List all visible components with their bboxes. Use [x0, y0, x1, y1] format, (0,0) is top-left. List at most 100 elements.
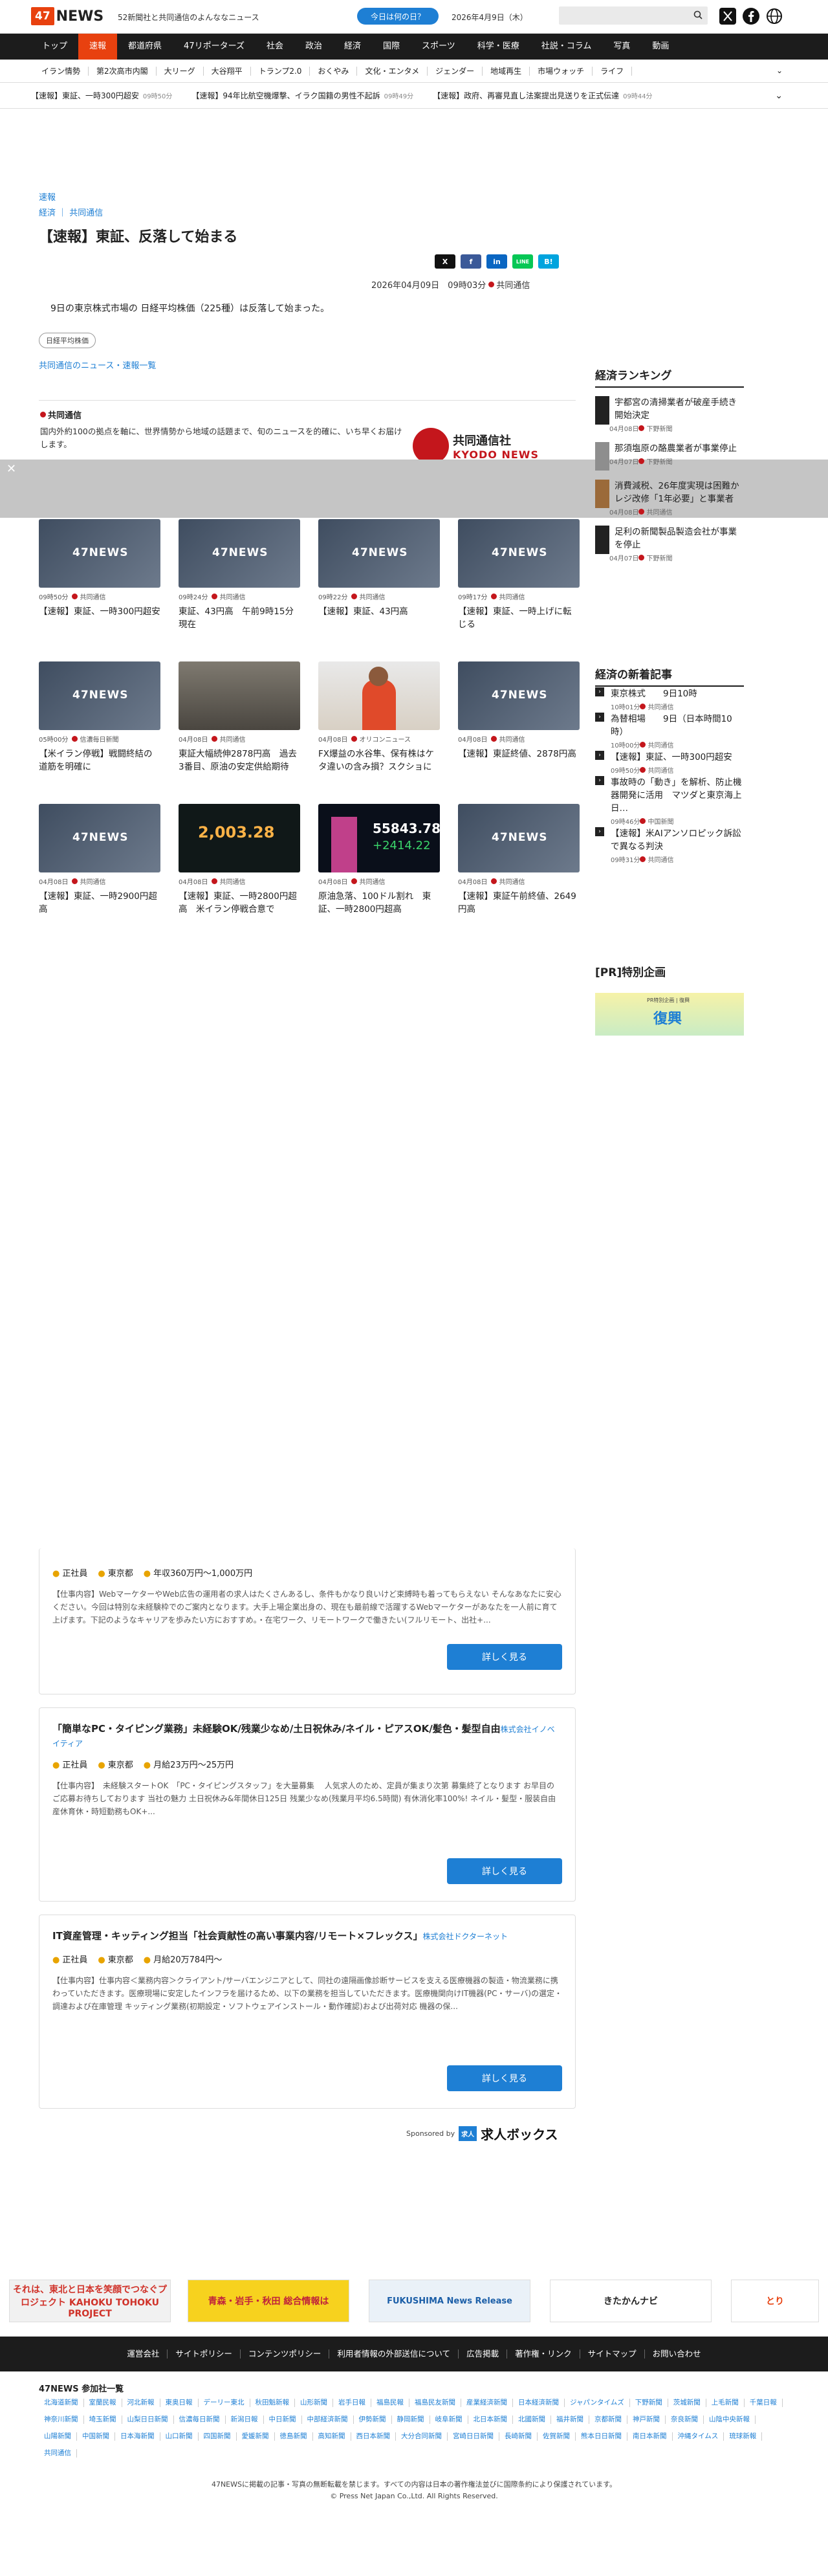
kyodo-news-list-link[interactable]: 共同通信のニュース・速報一覧: [39, 359, 156, 371]
member-newspaper-link[interactable]: 産業経済新聞: [461, 2399, 513, 2407]
member-newspaper-link[interactable]: 北日本新聞: [468, 2415, 513, 2424]
pr-banner[interactable]: PR特別企画 | 復興 復興: [595, 993, 744, 1036]
chevron-down-icon[interactable]: ⌄: [775, 91, 783, 101]
topic-link[interactable]: 市場ウォッチ: [530, 66, 593, 76]
member-newspaper-link[interactable]: 山形新聞: [295, 2399, 333, 2407]
ranking-item[interactable]: 消費減税、26年度実現は困難か レジ改修「1年必要」と事業者 04月08日 共同通信: [595, 480, 748, 516]
ticker-item[interactable]: 【速報】東証、一時300円超安 09時50分: [31, 90, 172, 101]
nav-economy[interactable]: 経済: [333, 34, 372, 60]
footer-link[interactable]: 著作権・リンク: [507, 2349, 580, 2359]
member-newspaper-link[interactable]: 秋田魁新報: [250, 2399, 295, 2407]
article-tag[interactable]: 日経平均株価: [39, 333, 96, 348]
nav-47reporters[interactable]: 47リポーターズ: [173, 34, 256, 60]
x-icon[interactable]: [719, 8, 736, 25]
today-button[interactable]: 今日は何の日？: [357, 8, 439, 25]
nav-international[interactable]: 国際: [372, 34, 411, 60]
breadcrumb-kyodo[interactable]: 共同通信: [69, 208, 103, 218]
share-facebook-button[interactable]: f: [461, 254, 481, 269]
member-newspaper-link[interactable]: 河北新報: [122, 2399, 160, 2407]
topic-link[interactable]: 第2次高市内閣: [89, 66, 157, 76]
nav-science[interactable]: 科学・医療: [466, 34, 530, 60]
topic-link[interactable]: おくやみ: [310, 66, 358, 76]
topic-link[interactable]: イラン情勢: [31, 66, 89, 76]
member-newspaper-link[interactable]: 中部経済新聞: [302, 2415, 354, 2424]
new-article-item[interactable]: › 為替相場 9日（日本時間10時） 10時00分 共同通信: [595, 711, 744, 749]
member-newspaper-link[interactable]: 山梨日日新聞: [122, 2415, 174, 2424]
job-detail-button[interactable]: 詳しく見る: [447, 2065, 562, 2091]
new-article-item[interactable]: › 東京株式 9日10時 10時01分 共同通信: [595, 686, 744, 711]
member-newspaper-link[interactable]: 愛媛新聞: [237, 2432, 275, 2441]
member-newspaper-link[interactable]: 佐賀新聞: [538, 2432, 576, 2441]
member-newspaper-link[interactable]: 千葉日報: [745, 2399, 783, 2407]
sponsor-logo[interactable]: 求人ボックス: [481, 2124, 558, 2143]
job-detail-button[interactable]: 詳しく見る: [447, 1644, 562, 1670]
share-x-button[interactable]: X: [435, 254, 455, 269]
member-newspaper-link[interactable]: 北海道新聞: [39, 2399, 84, 2407]
member-newspaper-link[interactable]: 四国新聞: [199, 2432, 237, 2441]
footer-link[interactable]: サイトポリシー: [168, 2349, 241, 2359]
article-card[interactable]: 47NEWS 04月08日 共同通信 【速報】東証、一時2900円超高: [39, 804, 160, 916]
member-newspaper-link[interactable]: 山陽新聞: [39, 2432, 77, 2441]
member-newspaper-link[interactable]: デーリー東北: [199, 2399, 250, 2407]
member-newspaper-link[interactable]: 北國新聞: [513, 2415, 551, 2424]
breadcrumb-economy[interactable]: 経済: [39, 208, 56, 218]
nav-top[interactable]: トップ: [31, 34, 78, 60]
site-logo[interactable]: 47 NEWS: [31, 6, 104, 26]
share-linkedin-button[interactable]: in: [486, 254, 507, 269]
member-newspaper-link[interactable]: 福島民友新聞: [409, 2399, 461, 2407]
footer-link[interactable]: 利用者情報の外部送信について: [329, 2349, 459, 2359]
member-newspaper-link[interactable]: 神奈川新聞: [39, 2415, 84, 2424]
member-newspaper-link[interactable]: 長崎新聞: [499, 2432, 538, 2441]
member-newspaper-link[interactable]: 上毛新聞: [706, 2399, 745, 2407]
nav-society[interactable]: 社会: [256, 34, 294, 60]
topic-link[interactable]: 大リーグ: [157, 66, 204, 76]
partner-banner[interactable]: FUKUSHIMA News Release: [369, 2280, 530, 2322]
chevron-down-icon[interactable]: ⌄: [776, 66, 783, 75]
member-newspaper-link[interactable]: 福井新聞: [551, 2415, 589, 2424]
topic-link[interactable]: 大谷翔平: [204, 66, 251, 76]
member-newspaper-link[interactable]: 徳島新聞: [275, 2432, 313, 2441]
nav-videos[interactable]: 動画: [641, 34, 680, 60]
partner-banner[interactable]: 青森・岩手・秋田 総合情報は: [188, 2280, 349, 2322]
share-hatena-button[interactable]: B!: [538, 254, 559, 269]
new-article-item[interactable]: › 【速報】米AIアンソロピック訴訟で異なる判決 09時31分 共同通信: [595, 826, 744, 864]
topic-link[interactable]: 地域再生: [483, 66, 530, 76]
facebook-icon[interactable]: [743, 8, 759, 25]
ranking-item[interactable]: 足利の新聞製品製造会社が事業を停止 04月07日 下野新聞: [595, 526, 744, 562]
member-newspaper-link[interactable]: 中日新聞: [264, 2415, 302, 2424]
article-card[interactable]: 47NEWS 04月08日 共同通信 【速報】東証午前終値、2649円高: [458, 804, 580, 916]
topic-link[interactable]: ジェンダー: [428, 66, 483, 76]
close-icon[interactable]: ✕: [6, 462, 16, 476]
member-newspaper-link[interactable]: 岩手日報: [333, 2399, 371, 2407]
member-newspaper-link[interactable]: 日本経済新聞: [513, 2399, 565, 2407]
job-company[interactable]: 株式会社ドクターネット: [423, 1932, 508, 1941]
footer-link[interactable]: コンテンツポリシー: [241, 2349, 330, 2359]
article-card[interactable]: 55843.78 +2414.22 04月08日 共同通信 原油急落、100ドル割れ 東…: [318, 804, 440, 916]
member-newspaper-link[interactable]: 高知新聞: [313, 2432, 351, 2441]
member-newspaper-link[interactable]: 東奥日報: [160, 2399, 199, 2407]
ranking-item[interactable]: 宇都宮の清掃業者が破産手続き開始決定 04月08日 下野新聞: [595, 396, 744, 433]
footer-link[interactable]: 運営会社: [119, 2349, 168, 2359]
member-newspaper-link[interactable]: 室蘭民報: [84, 2399, 122, 2407]
article-card[interactable]: 2,003.28 04月08日 共同通信 【速報】東証、一時2800円超高 米イラン停…: [179, 804, 300, 916]
member-newspaper-link[interactable]: 琉球新報: [724, 2432, 763, 2441]
member-newspaper-link[interactable]: 奈良新聞: [666, 2415, 704, 2424]
member-newspaper-link[interactable]: 福島民報: [371, 2399, 409, 2407]
nav-photos[interactable]: 写真: [602, 34, 641, 60]
article-card[interactable]: 04月08日 オリコンニュース FX爆益の水谷隼、保有株はケタ違いの含み損？スクショ…: [318, 661, 440, 773]
member-newspaper-link[interactable]: 西日本新聞: [351, 2432, 396, 2441]
member-newspaper-link[interactable]: 沖縄タイムス: [673, 2432, 724, 2441]
nav-breaking[interactable]: 速報: [78, 34, 118, 60]
member-newspaper-link[interactable]: ジャパンタイムズ: [565, 2399, 630, 2407]
footer-link[interactable]: 広告掲載: [459, 2349, 508, 2359]
member-newspaper-link[interactable]: 神戸新聞: [627, 2415, 666, 2424]
member-newspaper-link[interactable]: 宮崎日日新聞: [448, 2432, 499, 2441]
new-article-item[interactable]: › 【速報】東証、一時300円超安 09時50分 共同通信: [595, 749, 744, 775]
ticker-item[interactable]: 【速報】政府、再審見直し法案提出見送りを正式伝達 09時44分: [433, 90, 652, 101]
member-newspaper-link[interactable]: 日本海新聞: [115, 2432, 160, 2441]
article-card[interactable]: 47NEWS 04月08日 共同通信 【速報】東証終値、2878円高: [458, 661, 580, 773]
member-newspaper-link[interactable]: 京都新聞: [589, 2415, 627, 2424]
search-icon[interactable]: [693, 10, 703, 19]
partner-banner[interactable]: きたかんナビ: [550, 2280, 712, 2322]
member-newspaper-link[interactable]: 岐阜新聞: [430, 2415, 468, 2424]
